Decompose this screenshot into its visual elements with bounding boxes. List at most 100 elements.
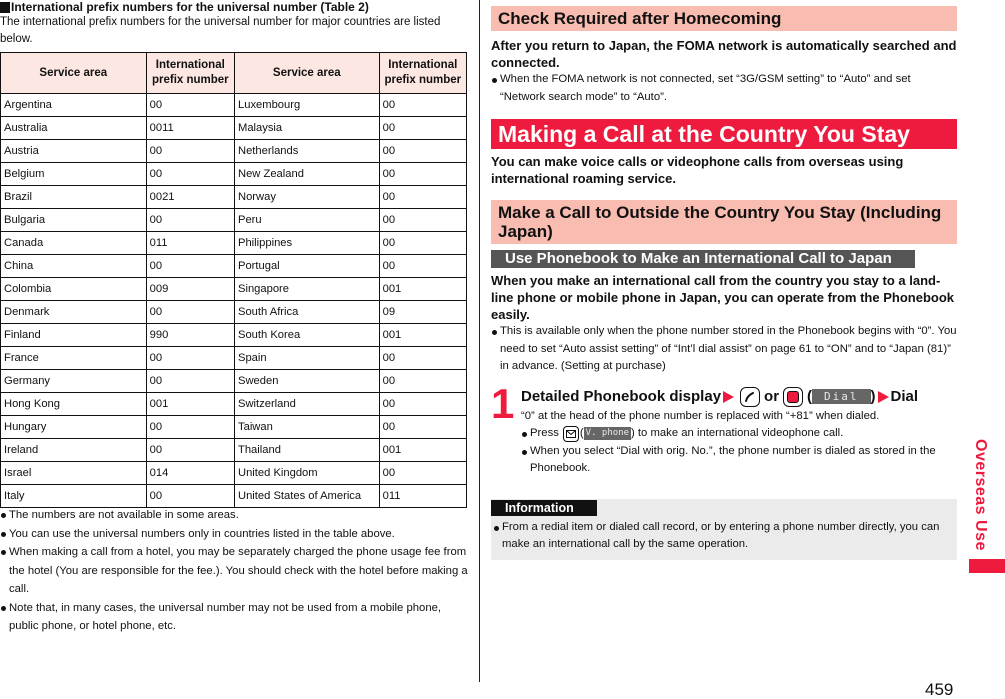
cell-service-area: Australia xyxy=(0,116,147,140)
cell-service-area: United Kingdom xyxy=(234,461,380,485)
cell-service-area: Colombia xyxy=(0,277,147,301)
phonebook-lead: When you make an international call from… xyxy=(491,273,954,322)
column-divider xyxy=(479,0,480,682)
table-row: France 00 Spain 00 xyxy=(0,346,468,370)
table-row: Israel 014 United Kingdom 00 xyxy=(0,461,468,485)
step-desc: “0” at the head of the phone number is r… xyxy=(521,409,880,422)
cell-service-area: Taiwan xyxy=(234,415,380,439)
cell-service-area: Sweden xyxy=(234,369,380,393)
cell-prefix-number: 00 xyxy=(145,300,236,324)
cell-service-area: Canada xyxy=(0,231,147,255)
cell-prefix-number: 00 xyxy=(378,93,468,117)
cell-service-area: Bulgaria xyxy=(0,208,147,232)
cell-prefix-number: 00 xyxy=(145,346,236,370)
table-row: Germany 00 Sweden 00 xyxy=(0,369,468,393)
cell-service-area: Austria xyxy=(0,139,147,163)
cell-service-area: United States of America xyxy=(234,484,380,508)
cell-prefix-number: 0021 xyxy=(145,185,236,209)
table-row: Italy 00 United States of America 011 xyxy=(0,484,468,508)
cell-service-area: Switzerland xyxy=(234,392,380,416)
cell-prefix-number: 00 xyxy=(145,93,236,117)
cell-service-area: China xyxy=(0,254,147,278)
step-title-end: Dial xyxy=(890,387,919,405)
table-row: Colombia 009 Singapore 001 xyxy=(0,277,468,301)
cell-service-area: Singapore xyxy=(234,277,380,301)
cell-service-area: South Korea xyxy=(234,323,380,347)
step-title: Detailed Phonebook display or ( Dial ) D… xyxy=(521,386,957,408)
prefix-table: Service area International prefix number… xyxy=(0,52,468,508)
cell-service-area: Hungary xyxy=(0,415,147,439)
cell-prefix-number: 00 xyxy=(378,116,468,140)
cell-service-area: New Zealand xyxy=(234,162,380,186)
step-number: 1 xyxy=(491,379,515,427)
page-number: 459 xyxy=(925,680,954,699)
check-heading: Check Required after Homecoming xyxy=(491,6,957,31)
cell-service-area: Belgium xyxy=(0,162,147,186)
table-row: Argentina 00 Luxembourg 00 xyxy=(0,93,468,117)
cell-service-area: Philippines xyxy=(234,231,380,255)
cell-service-area: Netherlands xyxy=(234,139,380,163)
step-1: 1 Detailed Phonebook display or ( Dial )… xyxy=(491,381,957,478)
cell-prefix-number: 009 xyxy=(145,277,236,301)
cell-prefix-number: 001 xyxy=(378,438,468,462)
cell-service-area: Portugal xyxy=(234,254,380,278)
note-item: When making a call from a hotel, you may… xyxy=(0,543,468,599)
side-tab-marker xyxy=(969,559,1005,573)
making-call-heading: Making a Call at the Country You Stay xyxy=(491,119,957,149)
cell-prefix-number: 011 xyxy=(145,231,236,255)
cell-prefix-number: 001 xyxy=(145,392,236,416)
table-row: Bulgaria 00 Peru 00 xyxy=(0,208,468,232)
cell-service-area: Denmark xyxy=(0,300,147,324)
check-lead: After you return to Japan, the FOMA netw… xyxy=(491,38,957,70)
step-bullet-2: When you select “Dial with orig. No.”, t… xyxy=(521,443,957,478)
cell-prefix-number: 00 xyxy=(378,139,468,163)
cell-service-area: Italy xyxy=(0,484,147,508)
cell-service-area: Ireland xyxy=(0,438,147,462)
cell-service-area: Luxembourg xyxy=(234,93,380,117)
header-service-area-2: Service area xyxy=(234,52,380,94)
cell-service-area: Argentina xyxy=(0,93,147,117)
side-tab: Overseas Use xyxy=(965,432,995,557)
header-service-area-1: Service area xyxy=(0,52,147,94)
cell-service-area: Norway xyxy=(234,185,380,209)
cell-prefix-number: 00 xyxy=(145,415,236,439)
cell-prefix-number: 00 xyxy=(145,484,236,508)
cell-prefix-number: 00 xyxy=(145,369,236,393)
outside-country-heading: Make a Call to Outside the Country You S… xyxy=(491,200,957,244)
cell-prefix-number: 00 xyxy=(378,231,468,255)
cell-service-area: Germany xyxy=(0,369,147,393)
cell-service-area: Brazil xyxy=(0,185,147,209)
cell-service-area: Malaysia xyxy=(234,116,380,140)
softkey-vphone: V. phone xyxy=(583,427,632,441)
cell-prefix-number: 00 xyxy=(378,415,468,439)
cell-prefix-number: 00 xyxy=(145,139,236,163)
square-bullet-icon xyxy=(0,1,10,13)
table-row: Belgium 00 New Zealand 00 xyxy=(0,162,468,186)
call-key-icon xyxy=(740,386,761,407)
cell-prefix-number: 09 xyxy=(378,300,468,324)
cell-prefix-number: 00 xyxy=(145,162,236,186)
cell-service-area: South Africa xyxy=(234,300,380,324)
cell-prefix-number: 0011 xyxy=(145,116,236,140)
table-row: Canada 011 Philippines 00 xyxy=(0,231,468,255)
cell-prefix-number: 00 xyxy=(378,162,468,186)
note-item: The numbers are not available in some ar… xyxy=(0,506,468,525)
step-title-text: Detailed Phonebook display xyxy=(521,387,722,405)
cell-prefix-number: 00 xyxy=(378,461,468,485)
note-item: Note that, in many cases, the universal … xyxy=(0,599,468,636)
cell-service-area: Israel xyxy=(0,461,147,485)
step-or: or xyxy=(764,387,780,405)
center-key-icon xyxy=(783,386,804,407)
table-row: Denmark 00 South Africa 09 xyxy=(0,300,468,324)
cell-prefix-number: 990 xyxy=(145,323,236,347)
cell-service-area: Hong Kong xyxy=(0,392,147,416)
table-row: Australia 0011 Malaysia 00 xyxy=(0,116,468,140)
arrow-right-icon xyxy=(723,390,735,403)
cell-prefix-number: 00 xyxy=(378,346,468,370)
table-row: Austria 00 Netherlands 00 xyxy=(0,139,468,163)
cell-prefix-number: 011 xyxy=(378,484,468,508)
table-row: Ireland 00 Thailand 001 xyxy=(0,438,468,462)
left-column: International prefix numbers for the uni… xyxy=(0,0,470,632)
information-text: From a redial item or dialed call record… xyxy=(493,519,957,554)
cell-prefix-number: 00 xyxy=(378,254,468,278)
